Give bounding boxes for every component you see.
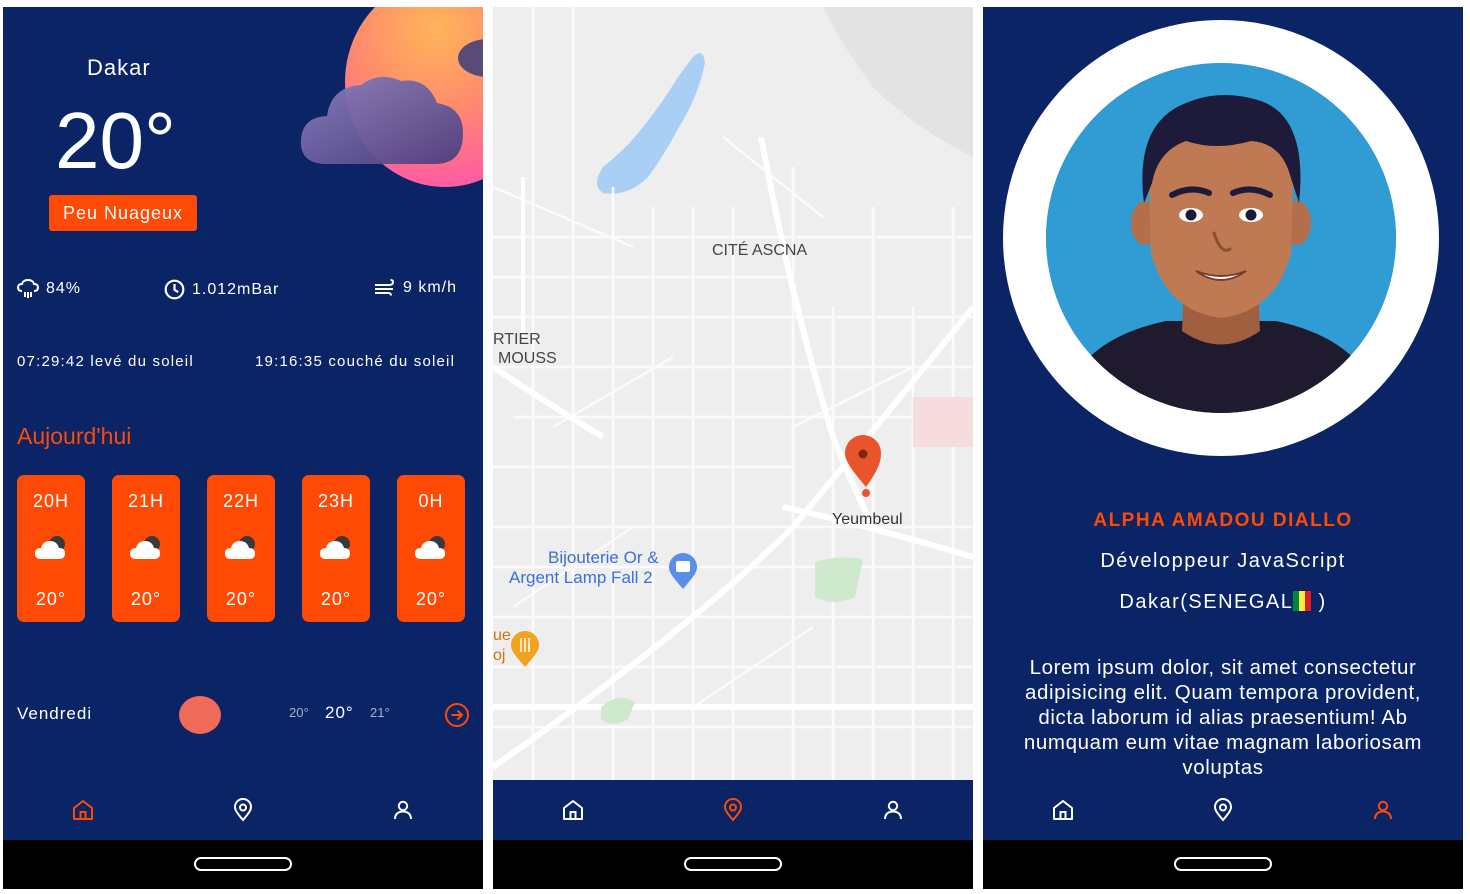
location-pin-icon [233, 798, 253, 822]
hour-label: 20H [32, 491, 70, 511]
nav-home-button[interactable] [69, 796, 97, 824]
hourly-card[interactable]: 22H 20° [207, 475, 275, 622]
hourly-card[interactable]: 20H 20° [17, 475, 85, 622]
map-label-shop-line1: Bijouterie Or & [548, 548, 659, 567]
pressure-stat: 1.012mBar [164, 279, 279, 300]
hourly-card[interactable]: 0H 20° [397, 475, 465, 622]
map-roads [493, 7, 973, 780]
cloud-illustration [300, 76, 463, 164]
hour-label: 23H [317, 491, 355, 511]
map-label-food-line1: ue [493, 627, 511, 644]
hour-temp: 20° [225, 589, 257, 609]
profile-bio: Lorem ipsum dolor, sit amet consectetur … [1023, 656, 1423, 779]
system-nav-bar [983, 840, 1463, 889]
wind-stat: 9 km/h [374, 279, 457, 297]
profile-role: Développeur JavaScript [1100, 550, 1346, 572]
nav-map-button[interactable] [229, 796, 257, 824]
wind-value: 9 km/h [403, 279, 458, 296]
map-label-food-line2: oj [493, 647, 506, 664]
forecast-temp: 20° [325, 703, 354, 722]
profile-location: Dakar(SENEGAL ) [983, 591, 1463, 614]
current-temperature: 20° [55, 96, 176, 185]
sunrise-text: 07:29:42 levé du soleil [17, 353, 194, 370]
system-nav-bar [3, 840, 483, 889]
bottom-navigation [983, 780, 1463, 840]
map-view[interactable]: CITÉ ASCNA RTIER MOUSS Yeumbeul Bijouter… [493, 7, 973, 780]
home-icon [73, 800, 93, 820]
map-phone: CITÉ ASCNA RTIER MOUSS Yeumbeul Bijouter… [493, 7, 973, 889]
nav-profile-button[interactable] [879, 796, 907, 824]
arrow-right-circle-icon[interactable] [444, 702, 470, 728]
sunset-text: 19:16:35 couché du soleil [255, 353, 456, 370]
nav-profile-button[interactable] [389, 796, 417, 824]
partly-cloudy-icon [35, 536, 65, 559]
map-screen: CITÉ ASCNA RTIER MOUSS Yeumbeul Bijouter… [493, 7, 973, 840]
nav-map-button[interactable] [719, 796, 747, 824]
weather-screen: Dakar 20° Peu Nuageux 84% 1.012mBar 9 km… [3, 7, 483, 840]
hourly-card[interactable]: 23H 20° [302, 475, 370, 622]
location-text: Dakar(SENEGAL [1119, 591, 1294, 613]
nav-map-button[interactable] [1209, 796, 1237, 824]
hour-temp: 20° [415, 589, 447, 609]
humidity-value: 84% [46, 280, 82, 297]
profile-name: ALPHA AMADOU DIALLO [1093, 510, 1353, 531]
map-label-left-top: RTIER [493, 331, 541, 348]
forecast-max-temp: 21° [370, 705, 390, 720]
city-name: Dakar [87, 55, 151, 80]
humidity-stat: 84% [17, 279, 81, 299]
partly-cloudy-icon [415, 536, 445, 559]
profile-phone: ALPHA AMADOU DIALLO Développeur JavaScri… [983, 7, 1463, 889]
hour-label: 21H [127, 491, 165, 511]
nav-profile-button[interactable] [1369, 796, 1397, 824]
home-gesture-bar[interactable] [194, 857, 292, 871]
home-icon [563, 800, 583, 820]
forecast-min-temp: 20° [289, 705, 309, 720]
hour-temp: 20° [35, 589, 67, 609]
map-label-place: Yeumbeul [832, 511, 903, 528]
hour-label: 0H [418, 491, 444, 511]
senegal-flag-icon [1293, 591, 1312, 611]
home-gesture-bar[interactable] [1174, 857, 1272, 871]
today-heading: Aujourd'hui [17, 423, 132, 449]
hour-temp: 20° [130, 589, 162, 609]
map-label-shop-line2: Argent Lamp Fall 2 [509, 568, 653, 587]
location-pin-icon [1213, 798, 1233, 822]
wind-icon [375, 279, 395, 296]
home-icon [1053, 800, 1073, 820]
pressure-value: 1.012mBar [192, 280, 280, 298]
partly-cloudy-icon [225, 536, 255, 559]
location-pin-icon [723, 798, 743, 822]
system-nav-bar [493, 840, 973, 889]
condition-badge: Peu Nuageux [49, 195, 197, 231]
hour-label: 22H [222, 491, 260, 511]
forecast-day: Vendredi [17, 704, 93, 723]
map-label-left-bottom: MOUSS [498, 350, 557, 367]
user-icon [1374, 800, 1392, 820]
weather-phone: Dakar 20° Peu Nuageux 84% 1.012mBar 9 km… [3, 7, 483, 889]
clock-icon [164, 279, 185, 300]
map-label-district: CITÉ ASCNA [712, 242, 808, 259]
partly-cloudy-icon [130, 536, 160, 559]
bottom-navigation [493, 780, 973, 840]
user-icon [394, 800, 412, 820]
avatar [1046, 63, 1396, 413]
forecast-weather-icon [179, 696, 221, 734]
user-icon [884, 800, 902, 820]
profile-screen: ALPHA AMADOU DIALLO Développeur JavaScri… [983, 7, 1463, 840]
hour-temp: 20° [320, 589, 352, 609]
rain-cloud-icon [17, 279, 39, 298]
hourly-card[interactable]: 21H 20° [112, 475, 180, 622]
nav-home-button[interactable] [559, 796, 587, 824]
nav-home-button[interactable] [1049, 796, 1077, 824]
location-text-end: ) [1311, 591, 1327, 613]
avatar-illustration [1046, 63, 1396, 413]
home-gesture-bar[interactable] [684, 857, 782, 871]
partly-cloudy-icon [320, 536, 350, 559]
bottom-navigation [3, 780, 483, 840]
